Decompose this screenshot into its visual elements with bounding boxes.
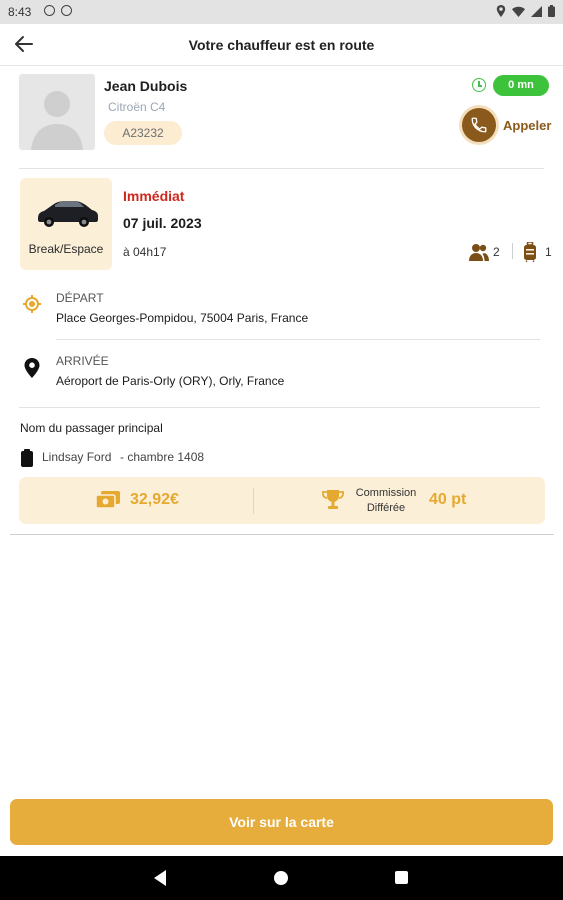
price-summary: 32,92€ Commission Différée 40 pt — [19, 477, 545, 524]
passenger-name: Lindsay Ford — [42, 450, 112, 464]
eta-badge: 0 mn — [493, 75, 549, 96]
departure-stop: DÉPART Place Georges-Pompidou, 75004 Par… — [0, 291, 563, 341]
status-icons-left — [44, 5, 72, 16]
ride-info: Break/Espace Immédiat 07 juil. 2023 à 04… — [0, 170, 563, 280]
money-icon — [95, 491, 120, 509]
passenger-section-title: Nom du passager principal — [20, 421, 163, 435]
call-circle[interactable] — [462, 108, 496, 142]
luggage-icon — [524, 242, 536, 262]
commission-line-2: Différée — [366, 502, 406, 514]
user-placeholder-icon — [31, 91, 83, 150]
price-value: 32,92€ — [130, 491, 179, 508]
call-button[interactable]: Appeler — [462, 108, 552, 142]
ride-type: Immédiat — [123, 188, 185, 204]
signal-icon — [531, 5, 542, 17]
divider — [19, 168, 544, 169]
vehicle-card: Break/Espace — [20, 178, 112, 270]
divider — [56, 339, 540, 340]
status-time: 8:43 — [8, 5, 32, 19]
status-bar: 8:43 — [0, 0, 563, 24]
map-pin-icon — [24, 358, 40, 378]
driver-name: Jean Dubois — [104, 78, 188, 94]
nav-recent-apps-icon[interactable] — [395, 871, 408, 884]
arrival-address: Aéroport de Paris-Orly (ORY), Orly, Fran… — [56, 374, 285, 388]
app-bar: Votre chauffeur est en route — [0, 24, 563, 66]
departure-target-icon — [23, 295, 41, 313]
gear-icon — [44, 5, 55, 16]
car-icon — [38, 201, 98, 227]
divider — [10, 534, 554, 535]
arrival-label: ARRIVÉE — [56, 354, 109, 368]
passenger-count: 2 — [493, 245, 500, 259]
status-icons-right — [496, 5, 555, 17]
view-map-button[interactable]: Voir sur la carte — [10, 799, 553, 845]
departure-address: Place Georges-Pompidou, 75004 Paris, Fra… — [56, 311, 309, 325]
divider — [253, 488, 254, 514]
points-value: 40 pt — [429, 491, 467, 508]
clock-icon — [472, 78, 486, 92]
call-label[interactable]: Appeler — [503, 118, 551, 133]
vehicle-type-label: Break/Espace — [28, 242, 104, 256]
license-plate-badge: A23232 — [104, 121, 182, 145]
driver-card: Jean Dubois Citroën C4 A23232 0 mn Appel… — [0, 66, 563, 168]
arrival-stop: ARRIVÉE Aéroport de Paris-Orly (ORY), Or… — [0, 354, 563, 404]
wifi-icon — [512, 6, 525, 17]
nav-home-icon[interactable] — [274, 871, 288, 885]
ride-date: 07 juil. 2023 — [123, 215, 202, 231]
battery-icon — [548, 5, 555, 17]
departure-label: DÉPART — [56, 291, 104, 305]
divider — [19, 407, 540, 408]
divider — [512, 243, 513, 259]
location-icon — [496, 5, 506, 17]
commission-line-1: Commission — [355, 487, 417, 499]
ride-time: à 04h17 — [123, 245, 167, 259]
trophy-icon — [322, 490, 344, 509]
avatar — [19, 74, 95, 150]
commission-label: Commission Différée — [346, 486, 426, 516]
passengers-icon — [469, 244, 489, 261]
phone-icon — [471, 117, 487, 133]
passenger-row: Lindsay Ford - chambre 1408 — [20, 448, 420, 468]
record-icon — [61, 5, 72, 16]
driver-car-model: Citroën C4 — [108, 100, 166, 114]
room-icon — [21, 449, 33, 467]
passenger-room: - chambre 1408 — [120, 450, 205, 464]
page-title: Votre chauffeur est en route — [188, 37, 375, 53]
nav-back-icon[interactable] — [154, 870, 166, 886]
system-nav-bar — [0, 856, 563, 900]
luggage-count: 1 — [545, 245, 552, 259]
